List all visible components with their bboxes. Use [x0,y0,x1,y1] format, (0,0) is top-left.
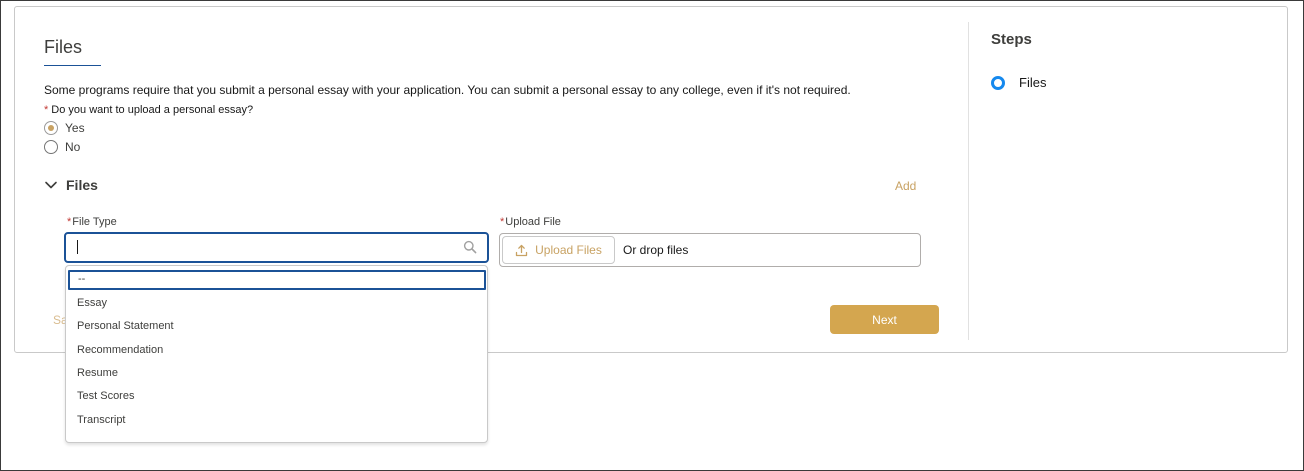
file-type-dropdown: -- Essay Personal Statement Recommendati… [65,265,488,443]
dropdown-option-recommendation[interactable]: Recommendation [77,344,163,356]
add-file-link[interactable]: Add [895,179,916,193]
upload-files-button[interactable]: Upload Files [502,236,615,264]
upload-files-label: Upload Files [535,243,602,257]
upload-icon [515,244,528,256]
file-type-label-text: File Type [72,216,117,228]
step-item-label: Files [1019,75,1047,90]
dropdown-option-transcript[interactable]: Transcript [77,414,126,426]
dropdown-option-personal-statement[interactable]: Personal Statement [77,320,174,332]
dropdown-option-resume[interactable]: Resume [77,367,118,379]
radio-option-no[interactable]: No [44,140,80,154]
file-drop-zone[interactable]: Upload Files Or drop files [499,233,921,267]
step-item-files[interactable]: Files [991,75,1046,90]
required-marker: * [500,216,505,228]
dropdown-option-test-scores[interactable]: Test Scores [77,390,134,402]
vertical-divider [968,22,969,340]
file-type-label: *File Type [67,216,117,228]
files-section-header[interactable]: Files [44,177,98,193]
radio-selected-dot [48,125,54,131]
dropdown-option-none[interactable]: -- [68,270,486,290]
title-underline [44,65,101,66]
radio-no-control[interactable] [44,140,58,154]
file-type-combobox[interactable] [64,232,489,263]
radio-no-label: No [65,140,81,154]
radio-option-yes[interactable]: Yes [44,121,85,135]
upload-file-label: *Upload File [500,216,561,228]
search-icon [463,240,477,254]
chevron-down-icon[interactable] [44,178,58,192]
steps-title: Steps [991,31,1032,48]
essay-question-label: Do you want to upload a personal essay? [51,104,254,116]
radio-yes-label: Yes [65,121,85,135]
upload-file-label-text: Upload File [505,216,561,228]
dropdown-option-essay[interactable]: Essay [77,297,107,309]
current-step-icon [991,75,1005,90]
required-marker: * [67,216,72,228]
next-button[interactable]: Next [830,305,939,334]
drop-files-text: Or drop files [623,243,689,257]
files-section-title: Files [66,177,98,193]
radio-yes-control[interactable] [44,121,58,135]
essay-question: * Do you want to upload a personal essay? [44,104,253,116]
page-title: Files [44,37,83,57]
text-caret [77,240,78,254]
required-marker: * [44,104,49,116]
intro-text: Some programs require that you submit a … [44,83,851,97]
